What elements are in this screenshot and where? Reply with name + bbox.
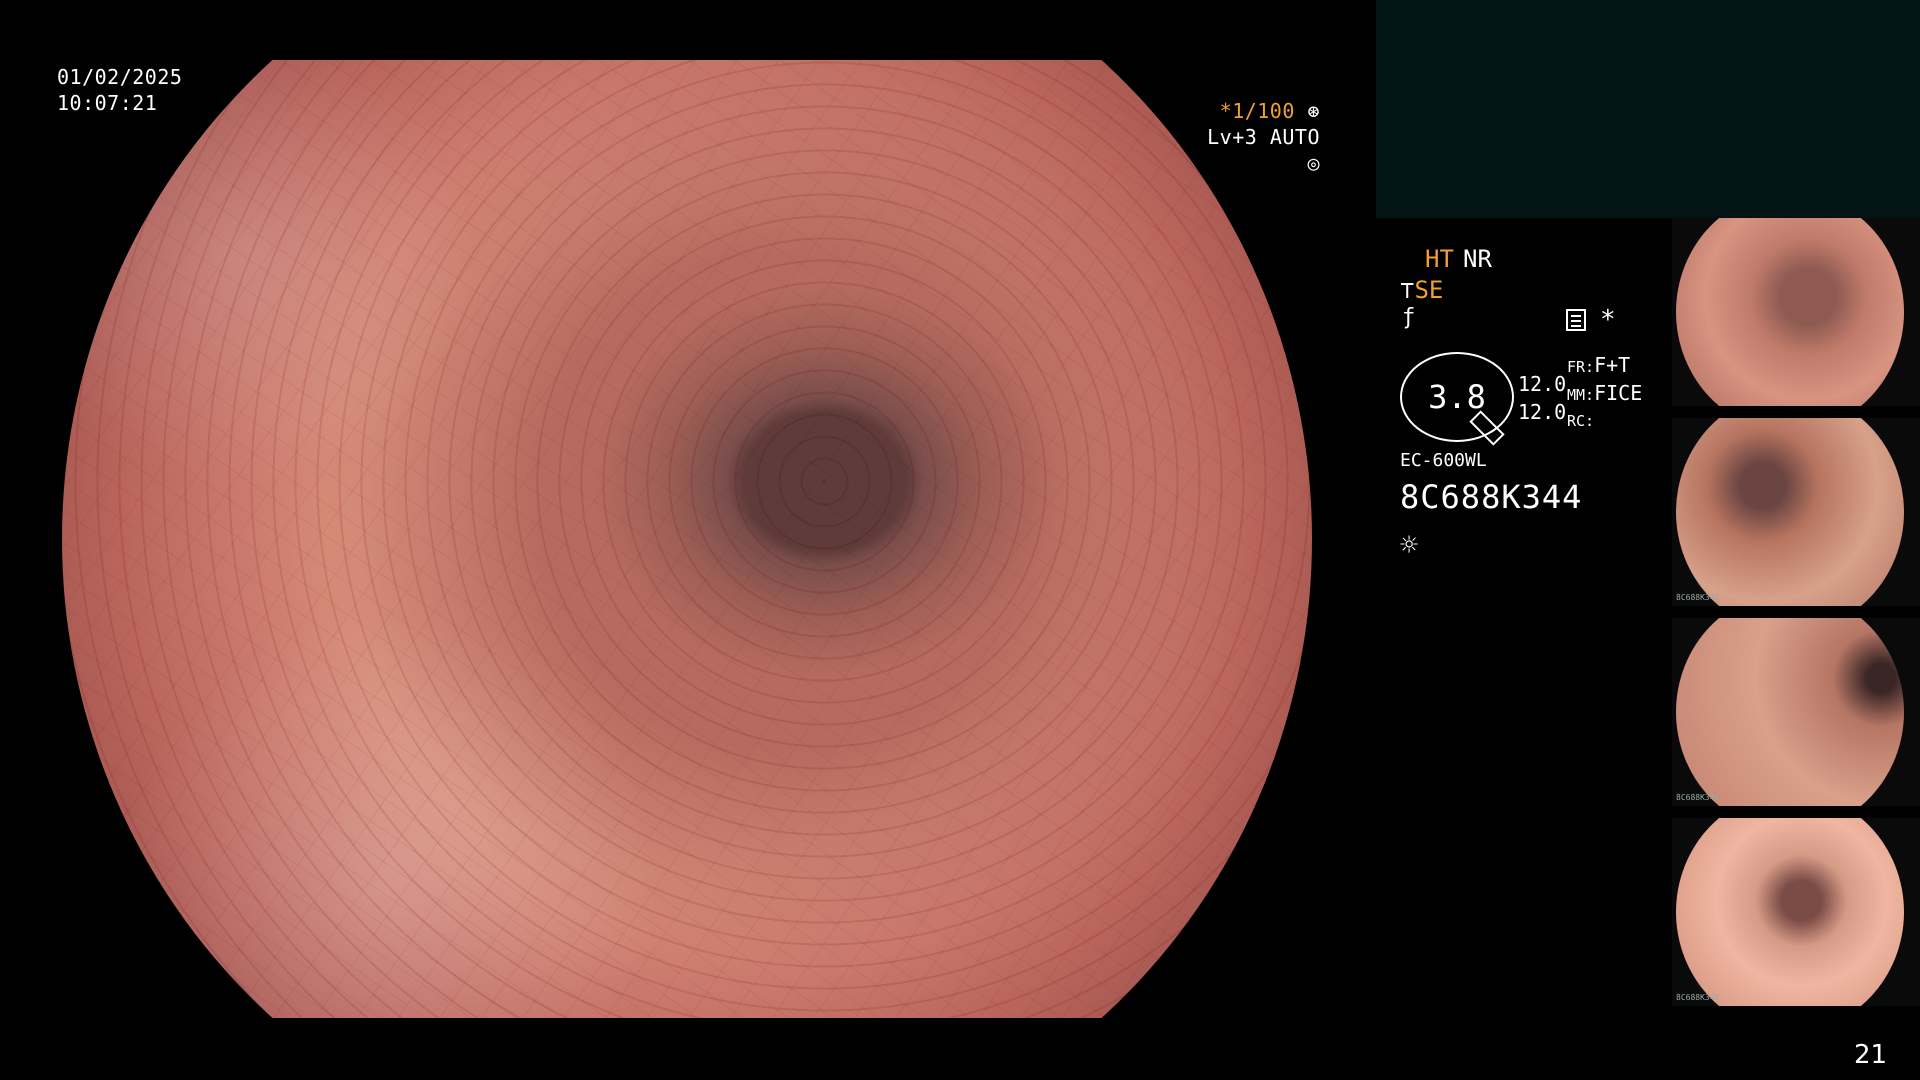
shutter-value: 1/100 xyxy=(1232,99,1295,123)
thumbnail-caption: 8C688K344 xyxy=(1676,593,1720,602)
fr-label: FR: xyxy=(1567,358,1595,376)
thumbnail-image xyxy=(1676,818,1904,1006)
thumbnail-image xyxy=(1676,218,1904,406)
se-indicator: ⊤SE xyxy=(1400,276,1443,304)
aperture-icon: ⊛ xyxy=(1294,99,1320,123)
thumbnail-2[interactable]: 8C688K344 xyxy=(1672,418,1920,606)
mm-value: FICE xyxy=(1594,381,1643,405)
zoom-marker-icon xyxy=(1469,410,1505,446)
se-label: SE xyxy=(1414,276,1444,304)
scope-serial: 8C688K344 xyxy=(1400,478,1583,516)
thumbnail-image xyxy=(1676,418,1904,606)
light-icon: ☼ xyxy=(1400,528,1419,563)
thumbnail-strip: 8C688K344 8C688K344 8C688K344 xyxy=(1672,218,1920,1018)
readout-2: 12.0 xyxy=(1518,400,1567,424)
main-endoscope-image xyxy=(62,60,1312,1018)
auto-icon: ◎ xyxy=(1307,151,1320,175)
shutter-prefix: * xyxy=(1219,99,1233,123)
readout-1: 12.0 xyxy=(1518,372,1567,396)
date-text: 01/02/2025 xyxy=(57,65,183,89)
thumbnail-image xyxy=(1676,618,1904,806)
time-text: 10:07:21 xyxy=(57,91,158,115)
exposure-overlay: *1/100 ⊛ Lv+3 AUTO ◎ xyxy=(1196,98,1320,176)
nr-badge: NR xyxy=(1463,245,1492,273)
rc-label: RC: xyxy=(1567,412,1595,430)
scope-model: EC-600WL xyxy=(1400,450,1487,471)
ht-badge: HT xyxy=(1425,245,1454,273)
zoom-indicator: 3.8 xyxy=(1400,352,1514,446)
thumbnail-4[interactable]: 8C688K344 xyxy=(1672,818,1920,1006)
page-number: 21 xyxy=(1854,1040,1888,1070)
numeric-readout: 12.0 12.0 xyxy=(1518,370,1566,426)
thumbnail-caption: 8C688K344 xyxy=(1676,793,1720,802)
datetime-overlay: 01/02/2025 10:07:21 xyxy=(57,64,182,116)
zoom-value: 3.8 xyxy=(1428,378,1486,416)
fr-value: F+T xyxy=(1594,353,1631,377)
thumbnail-3[interactable]: 8C688K344 xyxy=(1672,618,1920,806)
level-value: Lv+3 AUTO xyxy=(1207,125,1320,149)
scope-icon: ⊤ xyxy=(1400,276,1415,304)
mm-label: MM: xyxy=(1567,386,1595,404)
document-icon xyxy=(1566,309,1586,331)
focus-icon: ƒ xyxy=(1402,305,1416,330)
thumbnail-1[interactable] xyxy=(1672,218,1920,406)
asterisk-icon: * xyxy=(1600,305,1616,335)
thumbnail-caption: 8C688K344 xyxy=(1676,993,1720,1002)
mode-labels: FR:F+T MM:FICE RC: xyxy=(1567,352,1642,434)
top-right-panel xyxy=(1376,0,1920,218)
